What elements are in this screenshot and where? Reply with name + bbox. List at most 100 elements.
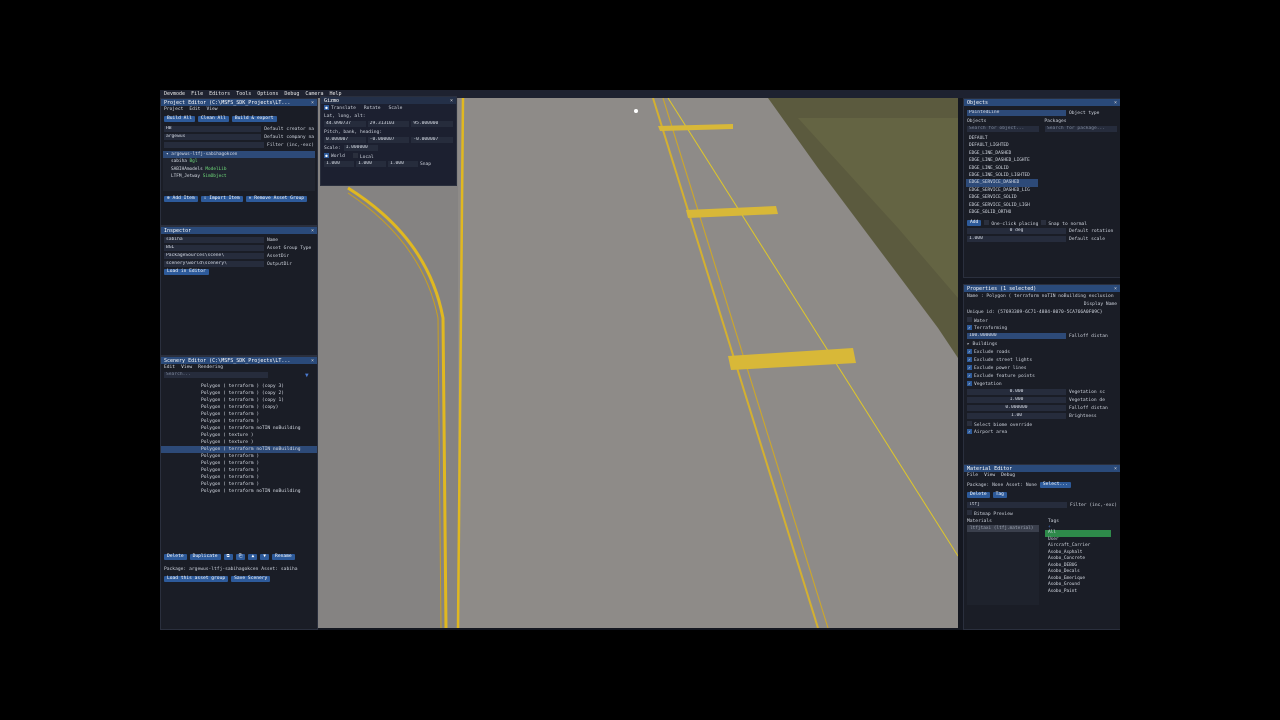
menu-view[interactable]: View — [181, 365, 192, 370]
material-filter-input[interactable]: ltfj — [967, 502, 1067, 508]
close-icon[interactable]: × — [1114, 466, 1117, 472]
creator-input[interactable]: HB — [164, 126, 262, 132]
list-item-selected[interactable]: EDGE_SERVICE_DASHED — [966, 179, 1038, 187]
list-item[interactable]: Polygon ( terraform ) (copy 1) — [161, 397, 317, 404]
list-item[interactable]: Polygon ( terraform ) — [161, 481, 317, 488]
list-item[interactable]: Polygon ( terraform ) — [161, 474, 317, 481]
list-item[interactable]: Polygon ( terraform ) (copy 3) — [161, 383, 317, 390]
menu-rendering[interactable]: Rendering — [198, 365, 223, 370]
delete-button[interactable]: Delete — [164, 554, 187, 560]
exclude-street-lights-checkbox[interactable]: ✓ Exclude street lights — [967, 357, 1032, 363]
object-type-select[interactable]: PaintedLine — [967, 110, 1066, 116]
default-rotation-input[interactable]: 0 deg — [967, 228, 1066, 234]
falloff-input[interactable]: 100.000000 — [967, 333, 1066, 339]
clean-all-button[interactable]: Clean All — [197, 116, 229, 122]
exclude-feature-points-checkbox[interactable]: ✓ Exclude feature points — [967, 373, 1035, 379]
default-scale-input[interactable]: 1.000 — [967, 236, 1066, 242]
translate-radio[interactable]: ● Translate — [324, 105, 356, 111]
scale-input[interactable]: 1.000000 — [343, 145, 378, 151]
terraforming-checkbox[interactable]: ✓ Terraforming — [967, 325, 1007, 331]
select-button[interactable]: Select... — [1039, 482, 1071, 488]
list-item[interactable]: EDGE_SERVICE_SOLID_LIGH — [966, 202, 1038, 209]
filter-icon[interactable]: ▼ — [305, 372, 309, 379]
list-item[interactable]: Polygon ( terraform ) (copy) — [161, 404, 317, 411]
vegetation-scale-slider[interactable]: 0.000 — [967, 389, 1066, 395]
snap-z-input[interactable]: 1.000 — [388, 161, 418, 167]
close-icon[interactable]: × — [311, 100, 314, 106]
alt-input[interactable]: 95.000000 — [411, 121, 454, 127]
menu-edit[interactable]: Edit — [164, 365, 175, 370]
snap-normal-checkbox[interactable]: Snap to normal — [1041, 219, 1087, 227]
rotate-radio[interactable]: Rotate — [364, 106, 381, 111]
one-click-checkbox[interactable]: One-click placing — [984, 219, 1038, 227]
list-item[interactable]: DEFAULT — [966, 135, 1038, 142]
exclude-roads-checkbox[interactable]: ✓ Exclude roads — [967, 349, 1010, 355]
pitch-input[interactable]: 0.000007 — [324, 137, 366, 143]
list-item[interactable]: Polygon ( texture ) — [161, 432, 317, 439]
asset-group-type-select[interactable]: BGL — [164, 245, 264, 251]
remove-asset-group-button[interactable]: ✕ Remove Asset Group — [245, 196, 308, 202]
biome-override-button[interactable]: Select biome override — [967, 420, 1032, 428]
long-input[interactable]: 29.313103 — [367, 121, 410, 127]
tree-item-asset[interactable]: sabiha Bgl — [163, 158, 315, 165]
tree-item-package[interactable]: ▾ argewus-ltfj-sabihagokcen — [163, 151, 315, 159]
buildings-section[interactable]: ▸ Buildings — [967, 342, 997, 347]
list-item[interactable]: DEFAULT_LIGHTED — [966, 142, 1038, 149]
list-item[interactable]: EDGE_SERVICE_SOLID — [966, 194, 1038, 201]
close-icon[interactable]: × — [311, 228, 314, 234]
save-scenery-button[interactable]: Save Scenery — [231, 576, 271, 582]
world-radio[interactable]: ● World — [324, 153, 345, 159]
tag-button[interactable]: Tag — [992, 492, 1007, 498]
add-item-button[interactable]: ⊕ Add Item — [164, 196, 198, 202]
lat-input[interactable]: 44.090737 — [324, 121, 366, 127]
tree-item-asset[interactable]: SABIHAmodels ModelLib — [163, 166, 315, 173]
menu-file[interactable]: File — [191, 91, 203, 97]
list-item[interactable]: EDGE_SERVICE_DASHED_LIG — [966, 187, 1038, 194]
scenery-search-input[interactable]: Search... — [164, 372, 268, 378]
airport-area-checkbox[interactable]: ✓ Airport area — [967, 429, 1007, 435]
list-item[interactable]: EDGE_LINE_DASHED — [966, 150, 1038, 157]
list-item[interactable]: Polygon ( texture ) — [161, 439, 317, 446]
bank-input[interactable]: -0.000007 — [367, 137, 410, 143]
move-down-icon[interactable]: ▼ — [260, 554, 270, 560]
local-radio[interactable]: Local — [352, 152, 374, 160]
load-in-editor-button[interactable]: Load in Editor — [164, 269, 209, 275]
duplicate-button[interactable]: Duplicate — [189, 554, 221, 560]
list-item[interactable]: Polygon ( terraform ) (copy 2) — [161, 390, 317, 397]
tree-item-asset[interactable]: LTFM_Jetway SimObject — [163, 173, 315, 180]
menu-tools[interactable]: Tools — [236, 91, 251, 97]
menu-view[interactable]: View — [206, 107, 217, 112]
close-icon[interactable]: × — [1114, 100, 1117, 106]
delete-material-button[interactable]: Delete — [967, 492, 990, 498]
paste-icon[interactable]: ⎘ — [235, 554, 246, 560]
filter-input[interactable] — [164, 142, 264, 148]
list-item[interactable]: EDGE_LINE_SOLID_LIGHTED — [966, 172, 1038, 179]
object-search-input[interactable]: Search for object... — [967, 126, 1039, 132]
list-item-selected[interactable]: Polygon ( terraform noTIN noBuilding — [161, 446, 317, 453]
move-up-icon[interactable]: ▲ — [248, 554, 258, 560]
menu-devmode[interactable]: Devmode — [164, 91, 185, 97]
list-item[interactable]: EDGE_LINE_DASHED_LIGHTE — [966, 157, 1038, 164]
snap-label[interactable]: Snap — [420, 162, 431, 167]
heading-input[interactable]: -0.000007 — [411, 137, 454, 143]
company-input[interactable]: argewus — [164, 134, 262, 140]
list-item[interactable]: Polygon ( terraform ) — [161, 467, 317, 474]
menu-debug[interactable]: Debug — [284, 91, 299, 97]
build-export-button[interactable]: Build & export — [231, 116, 277, 122]
name-input[interactable]: sabiha — [164, 237, 264, 243]
asset-dir-input[interactable]: PackageSources\scene\ — [164, 253, 264, 259]
menu-debug[interactable]: Debug — [1001, 473, 1015, 478]
material-item[interactable]: ltfjtaxi (ltfj.material) — [967, 525, 1039, 533]
rename-button[interactable]: Rename — [272, 554, 295, 560]
list-item[interactable]: Polygon ( terraform ) — [161, 418, 317, 425]
exclude-power-lines-checkbox[interactable]: ✓ Exclude power lines — [967, 365, 1027, 371]
list-item[interactable]: EDGE_LINE_SOLID — [966, 165, 1038, 172]
menu-edit[interactable]: Edit — [189, 107, 200, 112]
list-item[interactable]: EDGE_SOLID_ORTHO — [966, 209, 1038, 216]
menu-options[interactable]: Options — [257, 91, 278, 97]
copy-icon[interactable]: ⧉ — [223, 554, 233, 560]
build-all-button[interactable]: Build All — [164, 116, 195, 122]
vegetation-checkbox[interactable]: ✓ Vegetation — [967, 381, 1002, 387]
list-item[interactable]: Polygon ( terraform ) — [161, 411, 317, 418]
output-dir-input[interactable]: scenery\world\scenery\ — [164, 261, 264, 267]
